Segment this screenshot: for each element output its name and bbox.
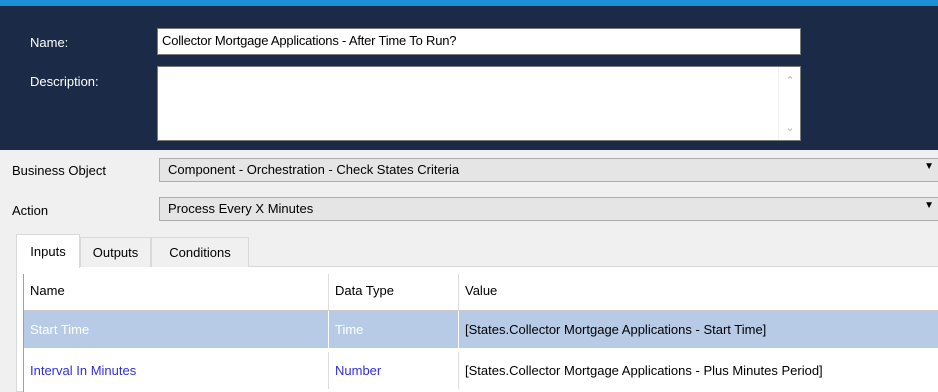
action-value: Process Every X Minutes [168, 201, 314, 216]
action-label: Action [12, 203, 49, 218]
business-object-value: Component - Orchestration - Check States… [168, 162, 460, 177]
description-label: Description: [30, 74, 99, 89]
description-field[interactable]: ⌃ ⌄ [157, 66, 801, 141]
table-row[interactable]: Interval In Minutes Number [States.Colle… [24, 352, 938, 389]
tab-outputs[interactable]: Outputs [80, 237, 151, 267]
row-data-type-cell: Number [329, 352, 459, 389]
name-label: Name: [30, 35, 69, 50]
dropdown-arrow-icon[interactable]: ▼ [924, 200, 934, 211]
row-name-cell: Start Time [24, 311, 329, 348]
row-value-cell[interactable]: [States.Collector Mortgage Applications … [459, 311, 938, 348]
business-object-label: Business Object [12, 163, 106, 178]
row-divider [24, 348, 938, 349]
dropdown-arrow-icon[interactable]: ▼ [924, 161, 934, 172]
row-value-cell[interactable]: [States.Collector Mortgage Applications … [459, 352, 938, 389]
inputs-grid: Name Data Type Value Start Time Time [St… [23, 274, 938, 392]
column-header-value[interactable]: Value [459, 274, 938, 311]
scroll-up-icon[interactable]: ⌃ [779, 69, 801, 91]
grid-header: Name Data Type Value [24, 274, 938, 311]
scroll-down-icon[interactable]: ⌄ [779, 116, 801, 138]
description-scrollbar[interactable]: ⌃ ⌄ [778, 67, 800, 140]
tab-inputs[interactable]: Inputs [16, 234, 80, 268]
name-field[interactable]: Collector Mortgage Applications - After … [157, 28, 801, 55]
header-panel: Name: Collector Mortgage Applications - … [0, 6, 938, 150]
action-dropdown[interactable]: Process Every X Minutes ▼ [159, 197, 938, 221]
table-row[interactable]: Start Time Time [States.Collector Mortga… [24, 311, 938, 348]
row-data-type-cell: Time [329, 311, 459, 348]
tab-conditions[interactable]: Conditions [151, 237, 249, 267]
row-name-cell: Interval In Minutes [24, 352, 329, 389]
business-object-dropdown[interactable]: Component - Orchestration - Check States… [159, 158, 938, 182]
column-header-name[interactable]: Name [24, 274, 329, 311]
column-header-data-type[interactable]: Data Type [329, 274, 459, 311]
